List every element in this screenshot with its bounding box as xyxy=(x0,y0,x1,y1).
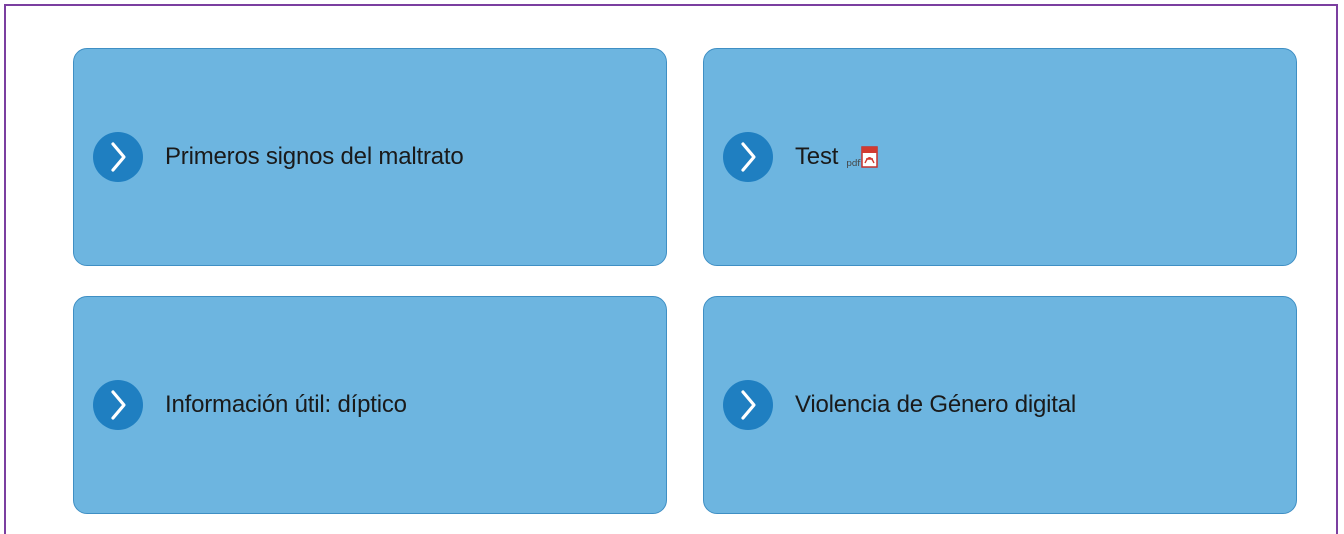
card-label: Primeros signos del maltrato xyxy=(165,143,464,170)
chevron-right-icon xyxy=(93,380,143,430)
card-primeros-signos[interactable]: Primeros signos del maltrato xyxy=(73,48,667,266)
card-test[interactable]: Test pdf xyxy=(703,48,1297,266)
card-label: Violencia de Género digital xyxy=(795,391,1077,418)
card-informacion-util[interactable]: Información útil: díptico xyxy=(73,296,667,514)
chevron-right-icon xyxy=(93,132,143,182)
card-label: Información útil: díptico xyxy=(165,391,407,418)
card-label-wrapper: Test pdf xyxy=(795,143,879,171)
chevron-right-icon xyxy=(723,132,773,182)
card-label: Test xyxy=(795,143,839,170)
content-frame: Primeros signos del maltrato Test pdf In… xyxy=(4,4,1338,534)
card-violencia-digital[interactable]: Violencia de Género digital xyxy=(703,296,1297,514)
pdf-badge-text: pdf xyxy=(846,159,861,169)
chevron-right-icon xyxy=(723,380,773,430)
pdf-file-icon: pdf xyxy=(846,146,879,169)
